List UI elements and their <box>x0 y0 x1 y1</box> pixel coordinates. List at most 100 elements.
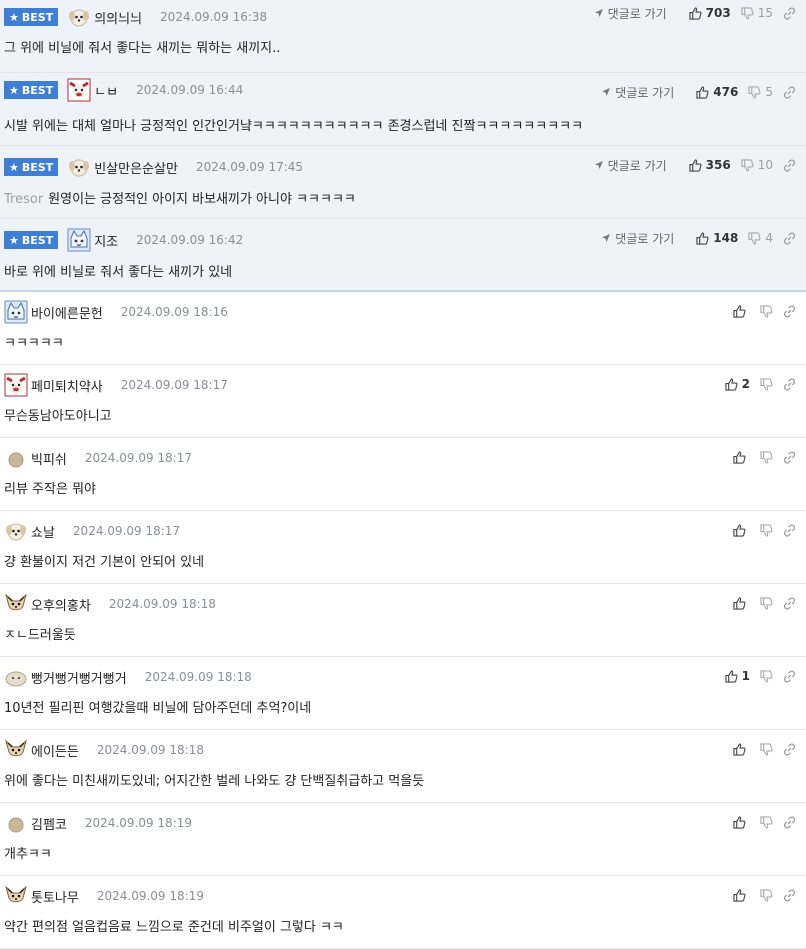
comment-list: ★ BEST 의의늬늬 2024.09.09 16:38 댓글로 가기 703 1… <box>0 0 806 949</box>
link-button[interactable] <box>783 377 796 391</box>
upvote-button[interactable] <box>733 450 750 464</box>
nickname[interactable]: 쇼날 <box>31 522 55 541</box>
comment-meta: ★ BEST 의의늬늬 2024.09.09 16:38 <box>4 6 267 28</box>
link-button[interactable] <box>783 523 796 537</box>
comment-actions: 댓글로 가기 476 5 <box>601 83 796 101</box>
upvote-button[interactable]: 148 <box>696 231 738 245</box>
link-button[interactable] <box>783 596 796 610</box>
link-button[interactable] <box>783 85 796 99</box>
avatar <box>4 811 28 835</box>
nickname[interactable]: ㄴㅂ <box>94 81 118 100</box>
thumbs-down-icon <box>760 304 773 318</box>
comment-row: ★ BEST 빈살만은순살만 2024.09.09 17:45 댓글로 가기 35… <box>0 146 806 219</box>
goto-reply-link[interactable]: 댓글로 가기 <box>594 5 667 22</box>
upvote-button[interactable] <box>733 304 750 318</box>
link-button[interactable] <box>783 669 796 683</box>
best-badge: ★ BEST <box>4 158 59 176</box>
link-button[interactable] <box>783 231 796 245</box>
downvote-button[interactable]: 15 <box>741 6 773 20</box>
nickname[interactable]: 톳토나무 <box>31 887 79 906</box>
downvote-button[interactable] <box>760 669 773 683</box>
thumbs-down-icon <box>760 888 773 902</box>
link-icon <box>783 815 796 829</box>
link-button[interactable] <box>783 304 796 318</box>
upvote-button[interactable]: 1 <box>725 669 750 683</box>
link-button[interactable] <box>783 450 796 464</box>
star-icon: ★ <box>9 160 19 174</box>
goto-reply-link[interactable]: 댓글로 가기 <box>594 157 667 174</box>
timestamp: 2024.09.09 18:18 <box>96 743 204 757</box>
downvote-button[interactable] <box>760 523 773 537</box>
downvote-button[interactable] <box>760 815 773 829</box>
comment-meta: 에이든든 2024.09.09 18:18 <box>4 739 204 761</box>
downvote-button[interactable]: 10 <box>741 158 773 172</box>
link-button[interactable] <box>783 888 796 902</box>
normal-comments: 바이에른문헌 2024.09.09 18:16 ㅋㅋㅋㅋㅋ 페미퇴치약사 202… <box>0 292 806 949</box>
thumbs-down-icon <box>760 815 773 829</box>
downvote-button[interactable] <box>760 304 773 318</box>
downvote-button[interactable] <box>760 596 773 610</box>
nickname[interactable]: 뻥거뻥거뻥거뻥거 <box>31 668 127 687</box>
timestamp: 2024.09.09 18:16 <box>120 305 228 319</box>
upvote-button[interactable] <box>733 742 750 756</box>
upvote-button[interactable]: 476 <box>696 85 738 99</box>
downvote-button[interactable]: 4 <box>748 231 773 245</box>
thumbs-down-icon <box>741 6 754 20</box>
upvote-count: 1 <box>741 669 750 683</box>
goto-reply-link[interactable]: 댓글로 가기 <box>601 84 674 101</box>
nickname[interactable]: 김펨코 <box>31 814 67 833</box>
nickname[interactable]: 오후의홍차 <box>31 595 91 614</box>
timestamp: 2024.09.09 16:42 <box>136 233 244 247</box>
thumbs-down-icon <box>760 742 773 756</box>
link-icon <box>783 596 796 610</box>
thumbs-down-icon <box>760 523 773 537</box>
comment-row: 쇼날 2024.09.09 18:17 걍 환불이지 저건 기본이 안되어 있네 <box>0 511 806 584</box>
avatar <box>4 592 28 616</box>
comment-row: 빅피쉬 2024.09.09 18:17 리뷰 주작은 뭐야 <box>0 438 806 511</box>
downvote-button[interactable]: 5 <box>748 85 773 99</box>
upvote-count: 2 <box>741 377 750 391</box>
downvote-button[interactable] <box>760 450 773 464</box>
thumbs-down-icon <box>760 450 773 464</box>
thumbs-down-icon <box>748 85 761 99</box>
timestamp: 2024.09.09 18:18 <box>108 597 216 611</box>
thumbs-up-icon <box>733 304 746 318</box>
upvote-button[interactable] <box>733 888 750 902</box>
best-badge: ★ BEST <box>4 8 59 26</box>
thumbs-up-icon <box>733 523 746 537</box>
upvote-button[interactable]: 356 <box>689 158 731 172</box>
nickname[interactable]: 페미퇴치약사 <box>31 376 103 395</box>
nickname[interactable]: 빅피쉬 <box>31 449 67 468</box>
downvote-count: 10 <box>757 158 773 172</box>
upvote-button[interactable] <box>733 815 750 829</box>
upvote-button[interactable] <box>733 523 750 537</box>
comment-meta: 바이에른문헌 2024.09.09 18:16 <box>4 300 228 324</box>
comment-row: 톳토나무 2024.09.09 18:19 약간 편의점 얼음컵음료 느낌으로 … <box>0 876 806 949</box>
comment-row: 뻥거뻥거뻥거뻥거 2024.09.09 18:18 1 10년전 필리핀 여행갔… <box>0 657 806 730</box>
downvote-button[interactable] <box>760 377 773 391</box>
downvote-button[interactable] <box>760 742 773 756</box>
reply-target[interactable]: Tresor <box>4 192 43 207</box>
downvote-button[interactable] <box>760 888 773 902</box>
comment-row: ★ BEST 지조 2024.09.09 16:42 댓글로 가기 148 4 바… <box>0 219 806 292</box>
goto-reply-link[interactable]: 댓글로 가기 <box>601 230 674 247</box>
nickname[interactable]: 빈살만은순살만 <box>94 158 178 177</box>
link-button[interactable] <box>783 742 796 756</box>
comment-text: 시발 위에는 대체 얼마나 긍정적인 인간인거냨ㅋㅋㅋㅋㅋㅋㅋㅋㅋㅋㅋ 존경스럽… <box>4 119 584 134</box>
thumbs-down-icon <box>748 231 761 245</box>
upvote-button[interactable]: 703 <box>689 6 731 20</box>
link-icon <box>783 158 796 172</box>
link-button[interactable] <box>783 815 796 829</box>
timestamp: 2024.09.09 18:18 <box>144 670 252 684</box>
upvote-button[interactable]: 2 <box>725 377 750 391</box>
nickname[interactable]: 의의늬늬 <box>94 8 142 27</box>
nickname[interactable]: 바이에른문헌 <box>31 303 103 322</box>
link-button[interactable] <box>783 158 796 172</box>
thumbs-up-icon <box>733 450 746 464</box>
link-button[interactable] <box>783 6 796 20</box>
nickname[interactable]: 지조 <box>94 231 118 250</box>
thumbs-up-icon <box>725 669 738 683</box>
nickname[interactable]: 에이든든 <box>31 741 79 760</box>
upvote-button[interactable] <box>733 596 750 610</box>
comment-text: ㅈㄴ드러울듯 <box>4 628 76 643</box>
